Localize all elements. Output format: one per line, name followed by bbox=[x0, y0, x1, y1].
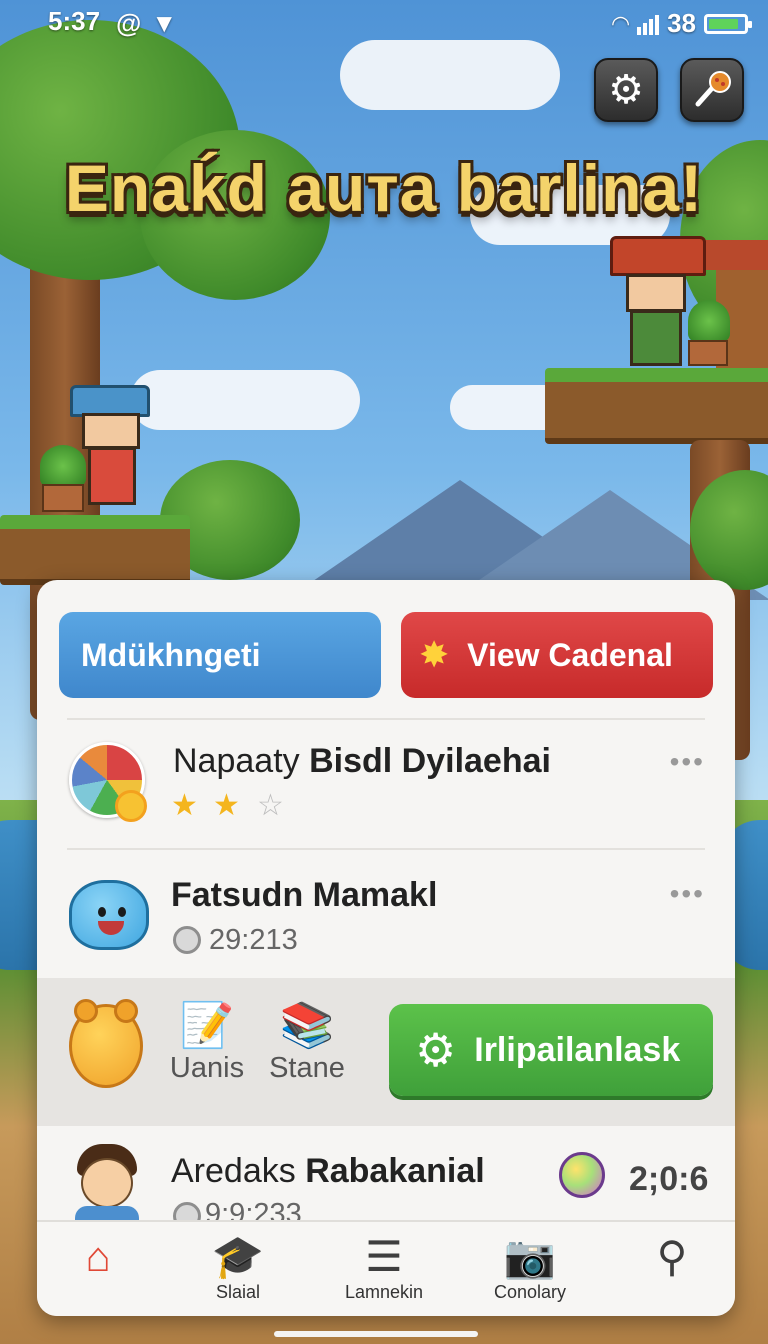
starburst-icon: ✸ bbox=[419, 634, 450, 675]
list-item-time: 29:213 bbox=[209, 924, 298, 956]
sun-badge-icon bbox=[115, 790, 147, 822]
status-left-icons: @ ▼ bbox=[116, 8, 177, 39]
toolbar-item-notes[interactable]: 📝 Uanis bbox=[165, 1000, 249, 1085]
bottom-nav: ⌂ 🎓 Slaial ☰ Lamnekin 📷 Conolary ⚲ bbox=[37, 1220, 735, 1316]
list-item-title: Aredaks Rabakanial bbox=[171, 1152, 485, 1190]
toolbar-item-books[interactable]: 📚 Stane bbox=[265, 1000, 349, 1085]
avatar bbox=[71, 1144, 143, 1232]
blue-monster-icon bbox=[69, 880, 149, 950]
gear-icon: ⚙ bbox=[608, 68, 644, 112]
list-item[interactable]: Napaaty Bisdl Dyilaehai ★ ★ ☆ ••• bbox=[37, 718, 735, 848]
home-icon: ⌂ bbox=[85, 1233, 111, 1280]
at-icon: @ bbox=[116, 8, 142, 38]
action-cta-button[interactable]: ⚙ Irlipailanlask bbox=[389, 1004, 713, 1096]
menu-panel: Mdükhngeti ✸ View Cadenal Napaaty Bisdl … bbox=[37, 580, 735, 1316]
nav-search[interactable]: ⚲ bbox=[617, 1232, 727, 1282]
list-item[interactable]: Aredaks Rabakanial 9:9:233 2;0:6 bbox=[37, 1126, 735, 1232]
nav-learn[interactable]: 🎓 Slaial bbox=[183, 1232, 293, 1303]
star-filled-icon: ★ bbox=[171, 789, 198, 822]
star-filled-icon: ★ bbox=[213, 789, 240, 822]
signal-text: 38 bbox=[667, 8, 696, 38]
star-empty-icon: ☆ bbox=[257, 789, 284, 822]
nav-camera[interactable]: 📷 Conolary bbox=[475, 1232, 585, 1303]
nav-notes[interactable]: ☰ Lamnekin bbox=[329, 1232, 439, 1303]
pencil-cookie-icon bbox=[695, 71, 731, 107]
nav-label: Slaial bbox=[215, 1282, 261, 1302]
view-calendar-button[interactable]: ✸ View Cadenal bbox=[401, 612, 713, 698]
wifi-icon: ◠ bbox=[612, 10, 630, 36]
view-calendar-label: View Cadenal bbox=[467, 636, 673, 673]
potted-plant bbox=[40, 445, 86, 487]
home-indicator[interactable] bbox=[274, 1331, 478, 1337]
status-time: 5:37 bbox=[48, 6, 101, 36]
battery-icon bbox=[704, 13, 752, 34]
edit-button[interactable] bbox=[680, 58, 744, 122]
game-title: Enaḱd auтa barlina! bbox=[64, 151, 704, 225]
score-value: 2;0:6 bbox=[629, 1160, 709, 1198]
toolbar-item-label: Stane bbox=[269, 1052, 345, 1084]
plant-pot bbox=[688, 340, 728, 366]
list-item-title: Fatsudn Mamakl bbox=[171, 876, 438, 914]
cloud bbox=[130, 370, 360, 430]
primary-button[interactable]: Mdükhngeti bbox=[59, 612, 381, 698]
action-cta-label: Irlipailanlask bbox=[474, 1030, 681, 1069]
nav-label: Conolary bbox=[493, 1282, 567, 1302]
sticky-notes-icon: 📝 bbox=[179, 1001, 235, 1050]
potted-plant bbox=[688, 300, 730, 342]
gem-icon bbox=[559, 1152, 605, 1198]
divider bbox=[67, 848, 705, 850]
status-bar: 5:37 @ ▼ ◠ 38 bbox=[0, 0, 768, 40]
more-options-icon[interactable]: ••• bbox=[670, 878, 705, 910]
list-item[interactable]: Fatsudn Mamakl 29:213 ••• bbox=[37, 848, 735, 978]
signal-icon bbox=[637, 13, 660, 35]
book-stack-icon: 📚 bbox=[279, 1001, 335, 1050]
settings-button[interactable]: ⚙ bbox=[594, 58, 658, 122]
nav-label: Lamnekin bbox=[344, 1282, 424, 1302]
notes-icon: ☰ bbox=[365, 1233, 403, 1280]
list-item-title: Napaaty Bisdl Dyilaehai bbox=[173, 742, 551, 780]
more-options-icon[interactable]: ••• bbox=[670, 746, 705, 778]
primary-button-label: Mdükhngeti bbox=[81, 636, 261, 673]
search-icon: ⚲ bbox=[656, 1233, 688, 1280]
cloud bbox=[340, 40, 560, 110]
wifi-icon: ▼ bbox=[151, 8, 178, 38]
bear-avatar-icon bbox=[69, 999, 143, 1088]
toolbar-item-label: Uanis bbox=[169, 1052, 245, 1084]
wooden-platform bbox=[0, 515, 190, 585]
nav-home[interactable]: ⌂ bbox=[43, 1232, 153, 1282]
camera-icon: 📷 bbox=[503, 1233, 557, 1280]
gear-icon: ⚙ bbox=[415, 1024, 457, 1076]
clock-icon bbox=[173, 926, 201, 954]
divider bbox=[67, 718, 705, 720]
plant-pot bbox=[42, 484, 84, 512]
status-right: ◠ 38 bbox=[612, 8, 752, 39]
wooden-platform bbox=[545, 368, 768, 444]
graduation-cap-icon: 🎓 bbox=[211, 1233, 265, 1280]
